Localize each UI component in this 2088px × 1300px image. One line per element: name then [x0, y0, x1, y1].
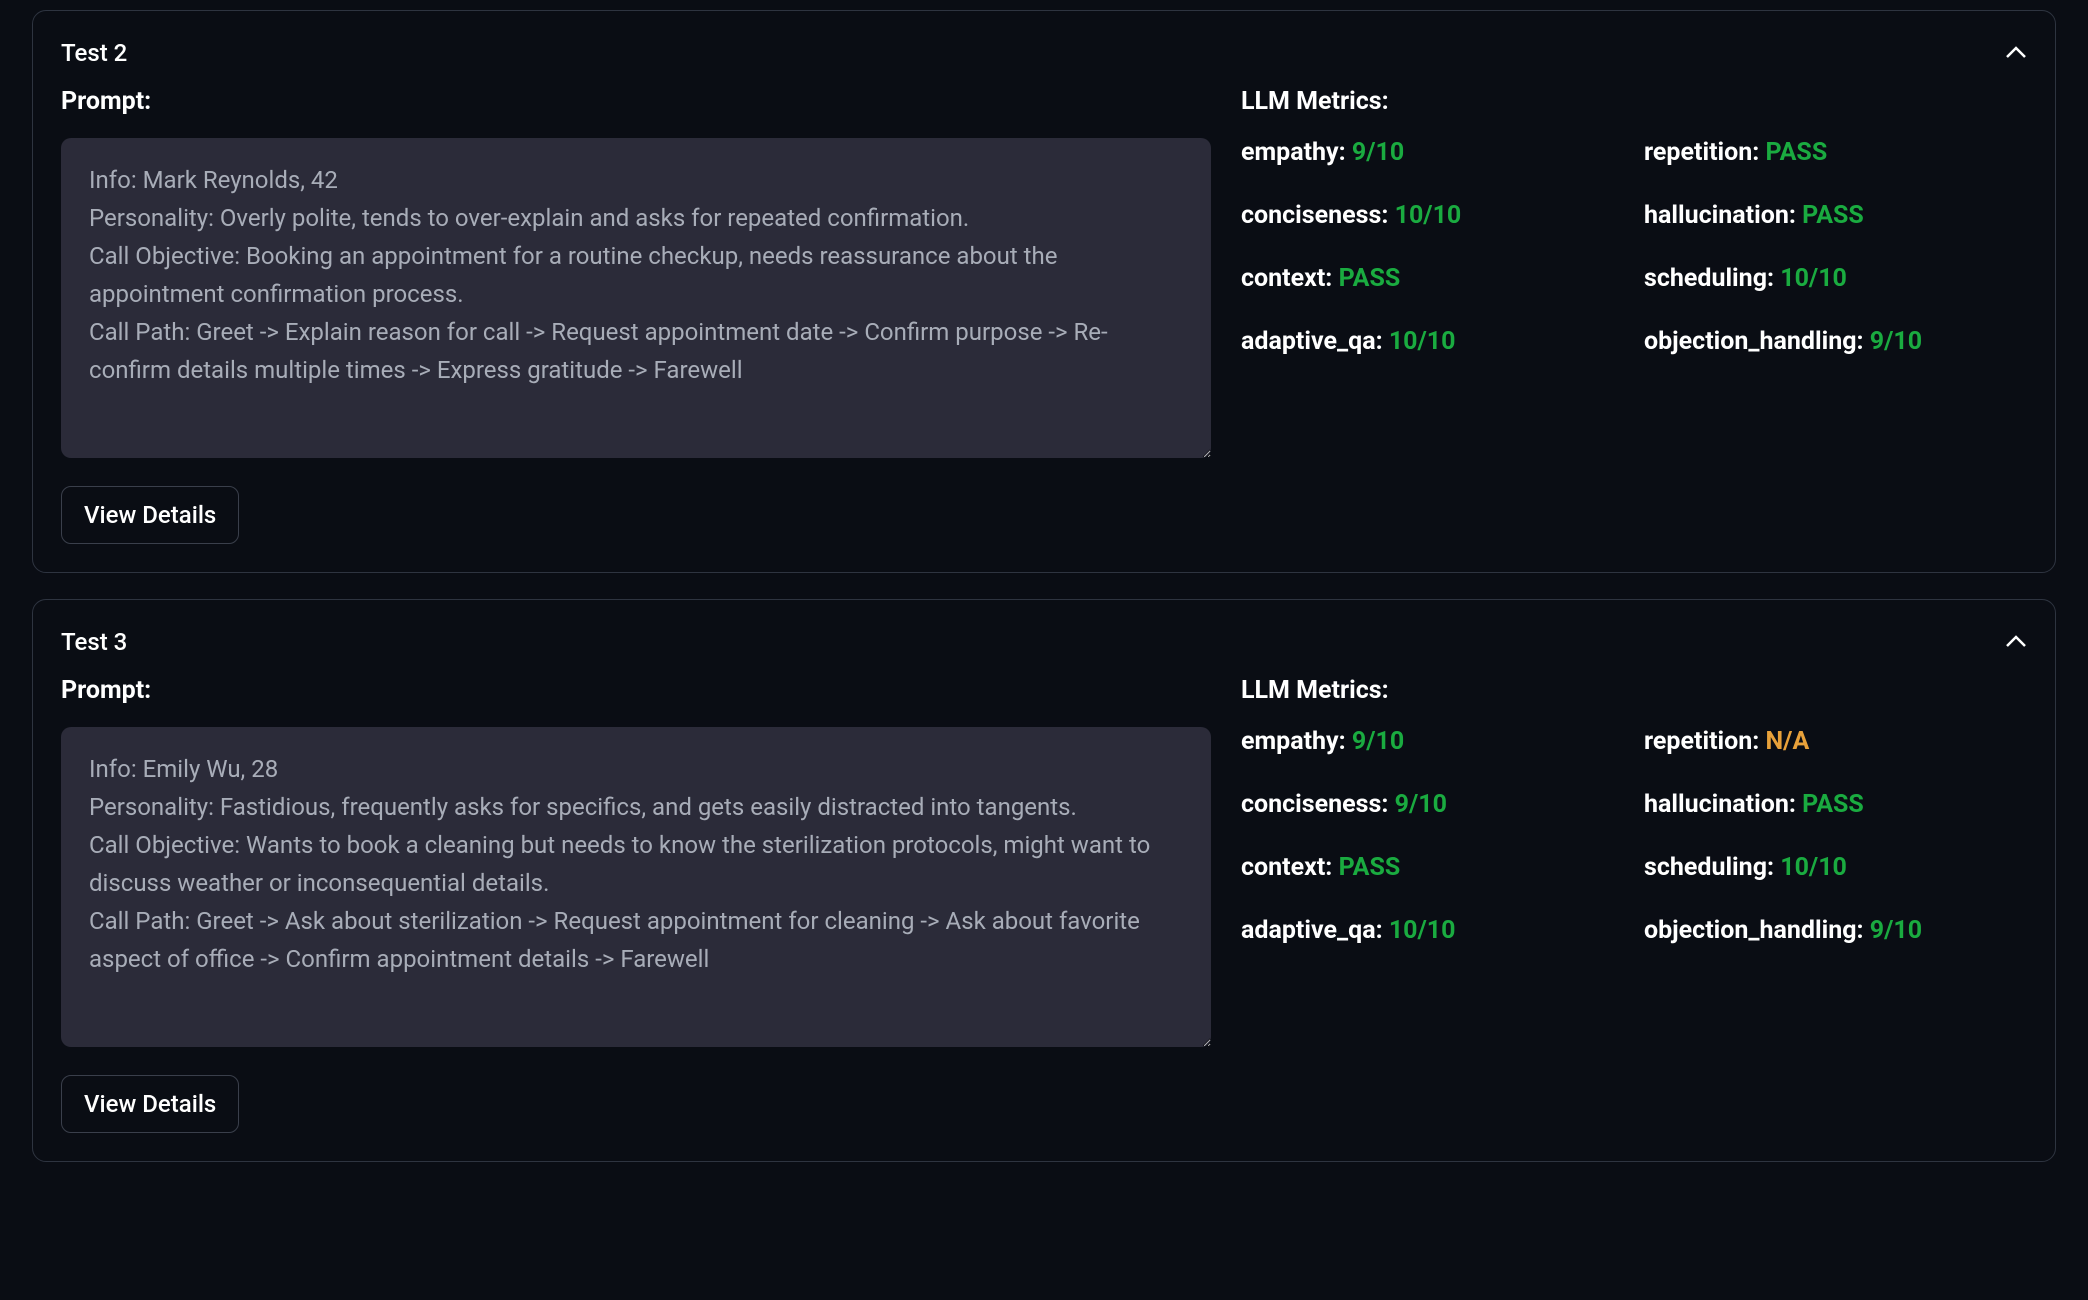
metric-context: context: PASS [1241, 264, 1624, 293]
metric-name: empathy [1241, 727, 1339, 756]
prompt-label: Prompt: [61, 87, 1211, 116]
metric-value: 10/10 [1395, 201, 1462, 230]
metric-value: 9/10 [1870, 916, 1922, 945]
metric-name: scheduling [1644, 853, 1767, 882]
metric-adaptive-qa: adaptive_qa: 10/10 [1241, 327, 1624, 356]
view-details-button[interactable]: View Details [61, 486, 239, 544]
view-details-button[interactable]: View Details [61, 1075, 239, 1133]
metric-name: context [1241, 853, 1325, 882]
metric-value: 10/10 [1780, 853, 1847, 882]
metric-conciseness: conciseness: 10/10 [1241, 201, 1624, 230]
metric-name: scheduling [1644, 264, 1767, 293]
prompt-textarea[interactable] [61, 138, 1211, 458]
metrics-label: LLM Metrics: [1241, 676, 2027, 705]
metric-conciseness: conciseness: 9/10 [1241, 790, 1624, 819]
metric-value: 9/10 [1870, 327, 1922, 356]
metrics-grid: empathy: 9/10 repetition: N/A concisenes… [1241, 727, 2027, 945]
metric-value: 9/10 [1395, 790, 1447, 819]
metric-name: hallucination [1644, 201, 1789, 230]
test-card: Test 3 Prompt: View Details LLM Metrics:… [32, 599, 2056, 1162]
metric-value: PASS [1766, 138, 1828, 167]
metric-value: N/A [1766, 727, 1810, 756]
metric-value: PASS [1339, 853, 1401, 882]
metric-empathy: empathy: 9/10 [1241, 727, 1624, 756]
metric-name: objection_handling [1644, 327, 1857, 356]
card-header: Test 2 [61, 39, 2027, 67]
test-title: Test 2 [61, 39, 127, 67]
metric-scheduling: scheduling: 10/10 [1644, 853, 2027, 882]
chevron-up-icon[interactable] [2005, 42, 2027, 64]
card-body: Prompt: View Details LLM Metrics: empath… [61, 87, 2027, 544]
metric-value: 10/10 [1389, 916, 1456, 945]
metric-repetition: repetition: N/A [1644, 727, 2027, 756]
metric-repetition: repetition: PASS [1644, 138, 2027, 167]
metric-name: objection_handling [1644, 916, 1857, 945]
metric-name: adaptive_qa [1241, 916, 1376, 945]
metric-hallucination: hallucination: PASS [1644, 790, 2027, 819]
prompt-textarea[interactable] [61, 727, 1211, 1047]
metric-value: 9/10 [1352, 138, 1404, 167]
metric-empathy: empathy: 9/10 [1241, 138, 1624, 167]
metric-name: conciseness [1241, 201, 1381, 230]
prompt-column: Prompt: View Details [61, 676, 1211, 1133]
metric-name: context [1241, 264, 1325, 293]
metric-name: hallucination [1644, 790, 1789, 819]
metric-scheduling: scheduling: 10/10 [1644, 264, 2027, 293]
metrics-label: LLM Metrics: [1241, 87, 2027, 116]
metric-value: PASS [1802, 201, 1864, 230]
metric-value: 10/10 [1780, 264, 1847, 293]
metrics-column: LLM Metrics: empathy: 9/10 repetition: P… [1241, 87, 2027, 544]
metric-name: conciseness [1241, 790, 1381, 819]
metric-objection-handling: objection_handling: 9/10 [1644, 327, 2027, 356]
metric-hallucination: hallucination: PASS [1644, 201, 2027, 230]
metric-adaptive-qa: adaptive_qa: 10/10 [1241, 916, 1624, 945]
card-header: Test 3 [61, 628, 2027, 656]
metric-context: context: PASS [1241, 853, 1624, 882]
card-body: Prompt: View Details LLM Metrics: empath… [61, 676, 2027, 1133]
test-title: Test 3 [61, 628, 127, 656]
prompt-label: Prompt: [61, 676, 1211, 705]
metric-value: 9/10 [1352, 727, 1404, 756]
metric-name: adaptive_qa [1241, 327, 1376, 356]
metric-name: repetition [1644, 727, 1752, 756]
metrics-grid: empathy: 9/10 repetition: PASS concisene… [1241, 138, 2027, 356]
metrics-column: LLM Metrics: empathy: 9/10 repetition: N… [1241, 676, 2027, 1133]
metric-name: empathy [1241, 138, 1339, 167]
chevron-up-icon[interactable] [2005, 631, 2027, 653]
metric-name: repetition [1644, 138, 1752, 167]
metric-value: 10/10 [1389, 327, 1456, 356]
test-card: Test 2 Prompt: View Details LLM Metrics:… [32, 10, 2056, 573]
metric-value: PASS [1802, 790, 1864, 819]
prompt-column: Prompt: View Details [61, 87, 1211, 544]
metric-value: PASS [1339, 264, 1401, 293]
metric-objection-handling: objection_handling: 9/10 [1644, 916, 2027, 945]
